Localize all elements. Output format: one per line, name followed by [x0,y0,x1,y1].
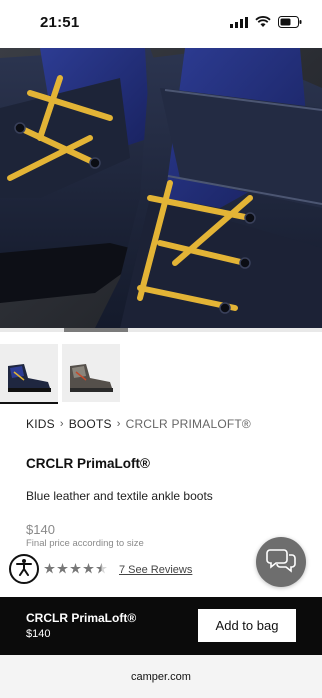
buy-bar-price: $140 [26,628,51,640]
rating: 7 See Reviews [44,561,192,579]
sticky-buy-bar: CRCLR PrimaLoft® $140 Add to bag [0,597,322,655]
signal-icon [230,15,248,33]
star-half-icon [96,561,107,579]
breadcrumb-kids[interactable]: KIDS [26,417,55,431]
star-icon [57,561,68,579]
breadcrumb-boots[interactable]: BOOTS [69,417,112,431]
product-main-image[interactable] [0,48,322,328]
accessibility-button[interactable] [9,554,39,584]
star-rating [44,561,107,579]
carousel-progress-indicator [64,328,128,332]
thumbnail-grey-boot[interactable] [62,344,120,402]
product-price: $140 [26,522,55,537]
battery-icon [278,15,302,33]
status-icons [230,15,302,33]
status-time: 21:51 [40,14,80,31]
price-note: Final price according to size [26,538,144,549]
product-title: CRCLR PrimaLoft® [26,456,150,471]
breadcrumb: KIDS › BOOTS › CRCLR PRIMALOFT® [26,417,251,431]
url-text: camper.com [131,670,191,683]
star-icon [70,561,81,579]
star-icon [83,561,94,579]
chevron-right-icon: › [116,418,121,430]
status-bar: 21:51 [0,0,322,48]
browser-url-bar[interactable]: camper.com [0,655,322,698]
thumbnail-strip [0,344,120,406]
buy-bar-product-name: CRCLR PrimaLoft® [26,611,137,625]
breadcrumb-current: CRCLR PRIMALOFT® [125,417,251,431]
thumbnail-blue-boot[interactable] [0,344,58,404]
product-description: Blue leather and textile ankle boots [26,489,213,503]
chat-bubbles-icon [266,547,296,578]
chevron-right-icon: › [59,418,64,430]
see-reviews-link[interactable]: 7 See Reviews [119,564,192,576]
carousel-progress-track [0,328,322,332]
wifi-icon [255,15,271,33]
star-icon [44,561,55,579]
add-to-bag-button[interactable]: Add to bag [198,609,296,642]
accessibility-icon [15,558,33,581]
chat-button[interactable] [256,537,306,587]
